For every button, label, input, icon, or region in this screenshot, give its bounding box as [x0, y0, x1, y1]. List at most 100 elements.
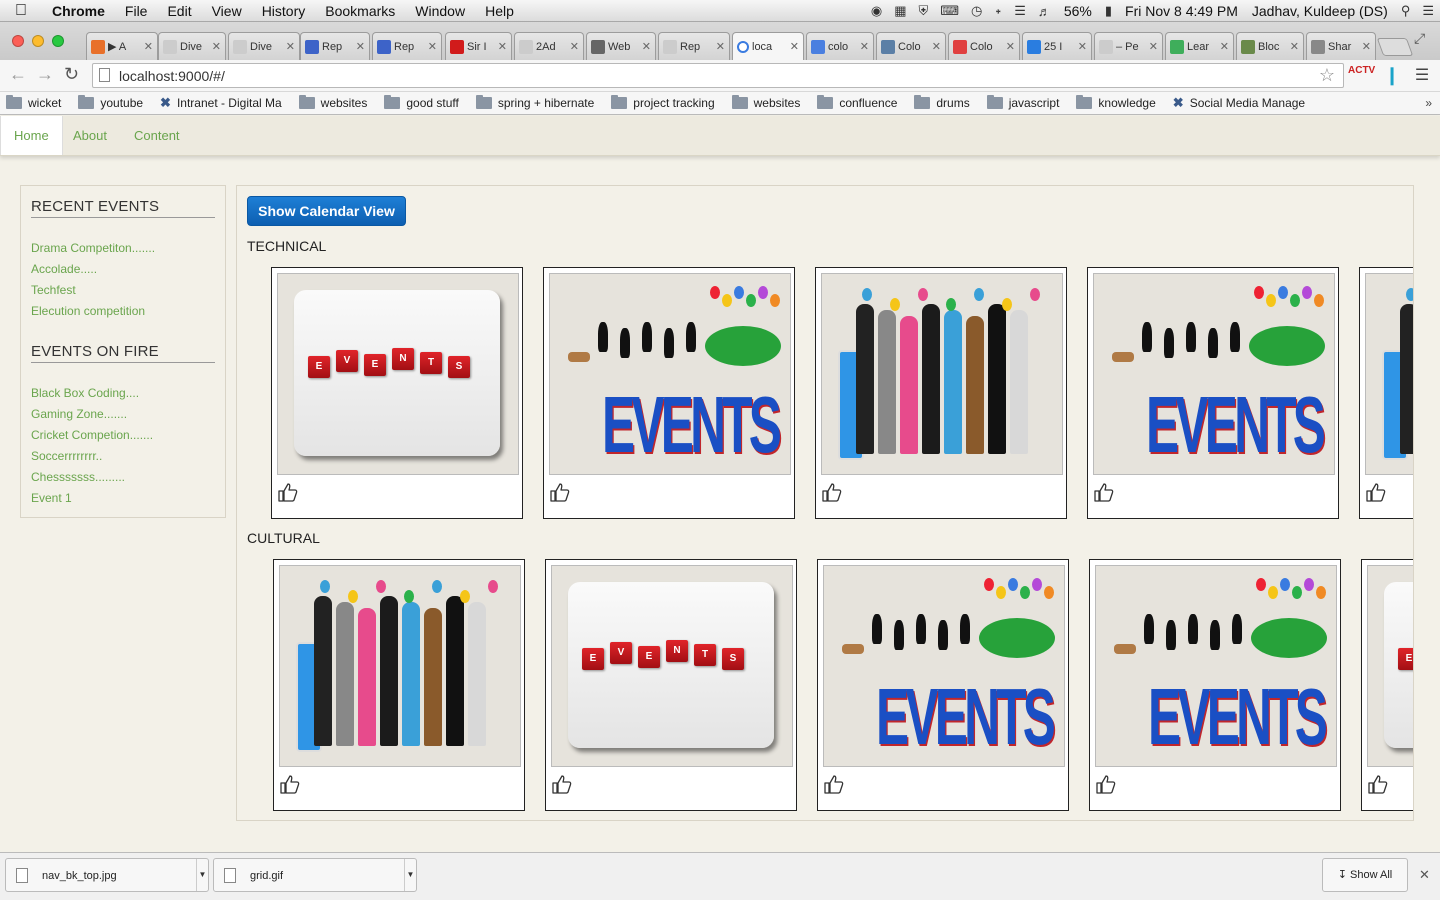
- apple-icon[interactable]: : [0, 2, 42, 20]
- recent-event-link[interactable]: Drama Competiton.......: [31, 241, 155, 255]
- shield-icon[interactable]: ⛨: [913, 3, 935, 19]
- event-image[interactable]: [1365, 273, 1413, 475]
- tab-close-icon[interactable]: ✕: [428, 40, 437, 53]
- menu-app-chrome[interactable]: Chrome: [42, 3, 115, 19]
- extension-icon[interactable]: ❙: [1380, 65, 1404, 87]
- event-image[interactable]: EVENTS: [277, 273, 519, 475]
- menu-help[interactable]: Help: [475, 3, 524, 19]
- close-window-button[interactable]: [12, 35, 24, 47]
- zoom-window-button[interactable]: [52, 35, 64, 47]
- browser-tab[interactable]: Dive ✕: [228, 32, 300, 60]
- tab-close-icon[interactable]: ✕: [1006, 40, 1015, 53]
- browser-tab[interactable]: 2Ad ✕: [514, 32, 584, 60]
- thumbs-up-icon[interactable]: [548, 481, 570, 503]
- bookmark-item[interactable]: websites: [731, 95, 800, 110]
- fire-event-link[interactable]: Event 1: [31, 491, 72, 505]
- thumbs-up-icon[interactable]: [1094, 773, 1116, 795]
- event-image[interactable]: [821, 273, 1063, 475]
- browser-tab[interactable]: ▶ A ✕: [86, 32, 158, 60]
- technical-event-card[interactable]: EVENTS: [1087, 267, 1339, 519]
- fire-event-link[interactable]: Chesssssss.........: [31, 470, 125, 484]
- technical-event-card[interactable]: [1359, 267, 1413, 519]
- show-calendar-view-button[interactable]: Show Calendar View: [247, 196, 406, 226]
- browser-tab[interactable]: Rep ✕: [300, 32, 370, 60]
- event-image[interactable]: [279, 565, 521, 767]
- browser-tab[interactable]: Rep ✕: [658, 32, 730, 60]
- tab-close-icon[interactable]: ✕: [1220, 40, 1229, 53]
- tab-close-icon[interactable]: ✕: [716, 40, 725, 53]
- keyboard-icon[interactable]: ⌨: [934, 3, 965, 19]
- tab-close-icon[interactable]: ✕: [1149, 40, 1158, 53]
- tab-close-icon[interactable]: ✕: [286, 40, 295, 53]
- bookmark-item[interactable]: wicket: [6, 95, 61, 110]
- cultural-event-card[interactable]: EVENTS: [817, 559, 1069, 811]
- bookmark-item[interactable]: knowledge: [1076, 95, 1156, 110]
- browser-tab[interactable]: Dive ✕: [158, 32, 226, 60]
- tab-close-icon[interactable]: ✕: [790, 40, 799, 53]
- nav-about[interactable]: About: [60, 116, 120, 156]
- folder-icon[interactable]: ▦: [888, 3, 912, 19]
- bookmark-item[interactable]: ✖ Social Media Manage: [1173, 95, 1305, 111]
- volume-icon[interactable]: ♬: [1032, 4, 1057, 19]
- bookmark-item[interactable]: spring + hibernate: [475, 95, 594, 110]
- technical-event-card[interactable]: EVENTS: [271, 267, 523, 519]
- spotlight-icon[interactable]: ⚲: [1395, 3, 1417, 19]
- show-all-downloads-button[interactable]: ↧ Show All: [1322, 858, 1408, 892]
- tab-close-icon[interactable]: ✕: [570, 40, 579, 53]
- thumbs-up-icon[interactable]: [820, 481, 842, 503]
- thumbs-up-icon[interactable]: [1092, 481, 1114, 503]
- back-icon[interactable]: ←: [9, 64, 27, 85]
- tab-close-icon[interactable]: ✕: [1362, 40, 1371, 53]
- tab-close-icon[interactable]: ✕: [144, 40, 153, 53]
- download-item[interactable]: grid.gif ▼: [213, 858, 417, 892]
- thumbs-up-icon[interactable]: [822, 773, 844, 795]
- reload-icon[interactable]: ↻: [64, 64, 79, 85]
- clock[interactable]: Fri Nov 8 4:49 PM: [1118, 3, 1245, 19]
- bookmark-item[interactable]: youtube: [78, 95, 143, 110]
- fire-event-link[interactable]: Soccerrrrrrrr..: [31, 449, 102, 463]
- cultural-event-card[interactable]: EVENTS: [545, 559, 797, 811]
- browser-tab[interactable]: Colo ✕: [876, 32, 946, 60]
- thumbs-up-icon[interactable]: [1364, 481, 1386, 503]
- event-image[interactable]: EVENTS: [549, 273, 791, 475]
- technical-event-card[interactable]: EVENTS: [543, 267, 795, 519]
- nav-home[interactable]: Home: [0, 116, 63, 155]
- menu-view[interactable]: View: [202, 3, 252, 19]
- minimize-window-button[interactable]: [32, 35, 44, 47]
- fire-event-link[interactable]: Black Box Coding....: [31, 386, 139, 400]
- thumbs-up-icon[interactable]: [550, 773, 572, 795]
- recent-event-link[interactable]: Techfest: [31, 283, 76, 297]
- tab-close-icon[interactable]: ✕: [642, 40, 651, 53]
- browser-tab[interactable]: Bloc ✕: [1236, 32, 1304, 60]
- download-item[interactable]: nav_bk_top.jpg ▼: [5, 858, 209, 892]
- technical-event-card[interactable]: [815, 267, 1067, 519]
- tab-close-icon[interactable]: ✕: [860, 40, 869, 53]
- tab-close-icon[interactable]: ✕: [498, 40, 507, 53]
- event-image[interactable]: EVENTS: [1093, 273, 1335, 475]
- event-image[interactable]: EVENTS: [551, 565, 793, 767]
- event-image[interactable]: EVENTS: [1367, 565, 1413, 767]
- thumbs-up-icon[interactable]: [278, 773, 300, 795]
- thumbs-up-icon[interactable]: [276, 481, 298, 503]
- browser-tab[interactable]: Shar ✕: [1306, 32, 1376, 60]
- recent-event-link[interactable]: Accolade.....: [31, 262, 97, 276]
- browser-tab[interactable]: Rep ✕: [372, 32, 442, 60]
- tab-close-icon[interactable]: ✕: [356, 40, 365, 53]
- wifi-icon[interactable]: ☰: [1008, 3, 1032, 19]
- status-app-icon[interactable]: ◉: [865, 3, 888, 19]
- cultural-event-card[interactable]: [273, 559, 525, 811]
- nav-content[interactable]: Content: [121, 116, 193, 156]
- browser-tab[interactable]: loca ✕: [732, 32, 804, 60]
- fire-event-link[interactable]: Gaming Zone.......: [31, 407, 127, 421]
- tab-close-icon[interactable]: ✕: [212, 40, 221, 53]
- browser-tab[interactable]: Sir I ✕: [445, 32, 512, 60]
- bookmark-item[interactable]: ✖ Intranet - Digital Ma: [160, 95, 282, 111]
- browser-tab[interactable]: Lear ✕: [1165, 32, 1234, 60]
- bookmark-item[interactable]: project tracking: [611, 95, 715, 110]
- bookmark-item[interactable]: websites: [298, 95, 367, 110]
- tab-close-icon[interactable]: ✕: [1290, 40, 1299, 53]
- bookmark-item[interactable]: drums: [914, 95, 970, 110]
- browser-tab[interactable]: 25 I ✕: [1022, 32, 1092, 60]
- cultural-event-card[interactable]: EVENTS: [1089, 559, 1341, 811]
- recent-event-link[interactable]: Elecution competition: [31, 304, 145, 318]
